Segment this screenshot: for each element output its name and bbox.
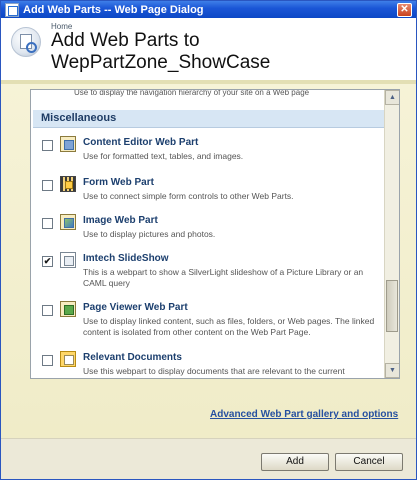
content-divider xyxy=(1,80,416,84)
list-item: Content Editor Web Part Use for formatte… xyxy=(31,134,384,174)
item-title[interactable]: Image Web Part xyxy=(83,215,158,226)
item-description: This is a webpart to show a SilverLight … xyxy=(83,267,364,288)
page-viewer-icon xyxy=(60,301,76,317)
category-header: Miscellaneous xyxy=(33,110,384,128)
item-title[interactable]: Relevant Documents xyxy=(83,352,182,363)
list-item: Page Viewer Web Part Use to display link… xyxy=(31,299,384,339)
item-checkbox[interactable] xyxy=(42,180,53,191)
item-title[interactable]: Page Viewer Web Part xyxy=(83,302,188,313)
list-item: Form Web Part Use to connect simple form… xyxy=(31,174,384,214)
list-item: Relevant Documents Use this webpart to d… xyxy=(31,349,384,378)
item-checkbox[interactable] xyxy=(42,140,53,151)
item-title[interactable]: Imtech SlideShow xyxy=(83,253,169,264)
add-web-parts-icon xyxy=(11,27,41,57)
item-description: Use this webpart to display documents th… xyxy=(83,366,345,376)
item-checkbox[interactable] xyxy=(42,305,53,316)
list-item: Image Web Part Use to display pictures a… xyxy=(31,212,384,252)
list-item: ✔ Imtech SlideShow This is a webpart to … xyxy=(31,250,384,290)
item-checkbox[interactable] xyxy=(42,218,53,229)
vertical-scrollbar[interactable]: ▲ ▼ xyxy=(384,90,399,378)
advanced-gallery-link[interactable]: Advanced Web Part gallery and options xyxy=(210,409,398,420)
page-title: Add Web Parts to WepPartZone_ShowCase xyxy=(51,30,271,73)
item-description: Use to display pictures and photos. xyxy=(83,229,216,239)
slideshow-icon xyxy=(60,252,76,268)
cancel-button[interactable]: Cancel xyxy=(335,453,403,471)
scroll-down-button[interactable]: ▼ xyxy=(385,363,399,378)
content-editor-icon xyxy=(60,136,76,152)
close-button[interactable]: ✕ xyxy=(397,3,412,17)
dialog-header: Home Add Web Parts to WepPartZone_ShowCa… xyxy=(1,18,416,80)
item-description: Use to display linked content, such as f… xyxy=(83,316,375,337)
item-checkbox[interactable] xyxy=(42,355,53,366)
scroll-up-button[interactable]: ▲ xyxy=(385,90,399,105)
image-icon xyxy=(60,214,76,230)
dialog-footer: Add Cancel xyxy=(1,438,416,479)
documents-icon xyxy=(60,351,76,367)
window-title: Add Web Parts -- Web Page Dialog xyxy=(23,4,204,16)
item-description: Use for formatted text, tables, and imag… xyxy=(83,151,244,161)
item-checkbox[interactable]: ✔ xyxy=(42,256,53,267)
form-icon xyxy=(60,176,76,192)
title-bar: Add Web Parts -- Web Page Dialog ✕ xyxy=(1,1,416,19)
scroll-thumb[interactable] xyxy=(386,280,398,332)
item-description: Use to connect simple form controls to o… xyxy=(83,191,294,201)
web-part-list[interactable]: Use to display the navigation hierarchy … xyxy=(30,89,400,379)
item-title[interactable]: Content Editor Web Part xyxy=(83,137,198,148)
partial-description: Use to display the navigation hierarchy … xyxy=(74,89,310,97)
ie-page-icon xyxy=(5,3,19,17)
item-title[interactable]: Form Web Part xyxy=(83,177,154,188)
category-label: Miscellaneous xyxy=(41,112,117,124)
add-button[interactable]: Add xyxy=(261,453,329,471)
